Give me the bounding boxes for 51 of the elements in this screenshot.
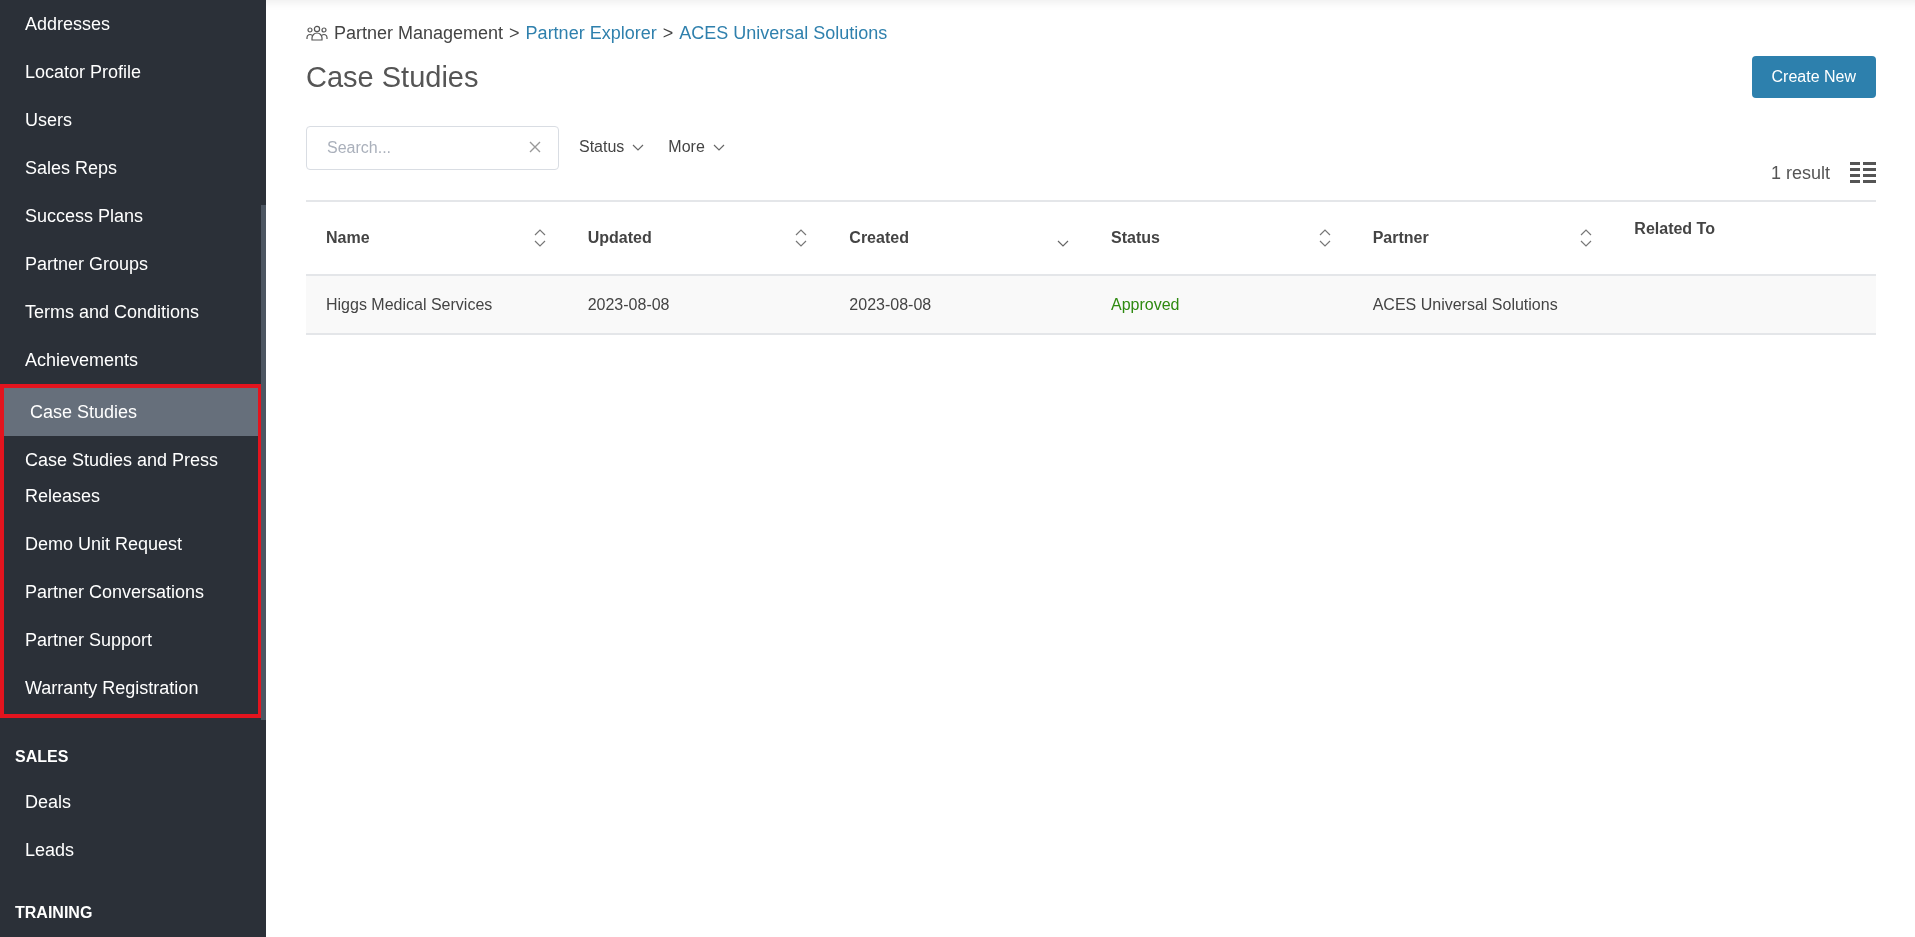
result-count: 1 result (1770, 162, 1830, 184)
table-cell-text: ACES Universal Solutions (1371, 295, 1559, 314)
chevron-down-icon (712, 143, 725, 151)
column-header[interactable]: Name (326, 229, 370, 247)
sidebar-item[interactable]: Success Plans (0, 192, 261, 240)
sidebar-heading: SALES (14, 747, 70, 767)
sort-icon[interactable] (795, 229, 808, 247)
sidebar-item[interactable]: Leads (0, 826, 261, 874)
sidebar-item[interactable]: Addresses (0, 0, 261, 48)
sidebar-item[interactable]: Partner Groups (0, 240, 261, 288)
sort-icon[interactable] (1318, 229, 1331, 247)
sidebar-item[interactable]: Locator Profile (0, 48, 261, 96)
sidebar-item[interactable]: Partner Conversations (4, 568, 258, 616)
sort-icon[interactable] (533, 229, 546, 247)
column-header[interactable]: Related To (1634, 220, 1715, 238)
sidebar-item[interactable]: Deals (0, 778, 261, 826)
column-header[interactable]: Partner (1372, 229, 1429, 247)
column-header[interactable]: Updated (587, 229, 652, 247)
table-cell-text: Higgs Medical Services (325, 295, 494, 314)
create-new-button[interactable]: Create New (1751, 56, 1876, 98)
sidebar-item[interactable]: Partner Support (4, 616, 258, 664)
clear-icon[interactable] (529, 141, 541, 153)
sidebar-item[interactable]: Users (0, 96, 261, 144)
filter-dropdown[interactable]: More (664, 126, 729, 168)
sidebar-item[interactable]: Achievements (0, 336, 261, 384)
breadcrumb-link[interactable]: Partner Management (334, 22, 504, 44)
sidebar-item[interactable]: Warranty Registration (4, 664, 258, 712)
column-header[interactable]: Status (1111, 229, 1160, 247)
table-cell-text: 2023-08-08 (848, 295, 933, 314)
sidebar-item[interactable]: Demo Unit Request (4, 520, 258, 568)
list-view-icon[interactable] (1850, 162, 1876, 184)
sidebar-item[interactable]: Case Studies and Press Releases (4, 436, 258, 520)
breadcrumb-separator: > (662, 22, 674, 44)
scrollbar-thumb[interactable] (261, 205, 266, 720)
users-icon (306, 25, 328, 41)
chevron-down-icon (632, 143, 645, 151)
sidebar-item[interactable]: Sales Reps (0, 144, 261, 192)
breadcrumb-link[interactable]: ACES Universal Solutions (679, 22, 888, 44)
page-title: Case Studies (306, 60, 479, 94)
sidebar-heading: TRAINING (14, 903, 94, 923)
sidebar-item[interactable]: Case Studies (4, 388, 258, 436)
column-header[interactable]: Created (849, 229, 909, 247)
status-text: Approved (1110, 295, 1181, 314)
sidebar-item[interactable]: Terms and Conditions (0, 288, 261, 336)
filter-dropdown[interactable]: Status (575, 126, 649, 168)
breadcrumb-separator: > (509, 22, 520, 44)
search-field[interactable]: Search... (306, 126, 559, 170)
breadcrumb-link[interactable]: Partner Explorer (525, 22, 657, 44)
sort-descending-icon[interactable] (1057, 239, 1069, 247)
table-cell-text: 2023-08-08 (586, 295, 671, 314)
sort-icon[interactable] (1580, 229, 1593, 247)
